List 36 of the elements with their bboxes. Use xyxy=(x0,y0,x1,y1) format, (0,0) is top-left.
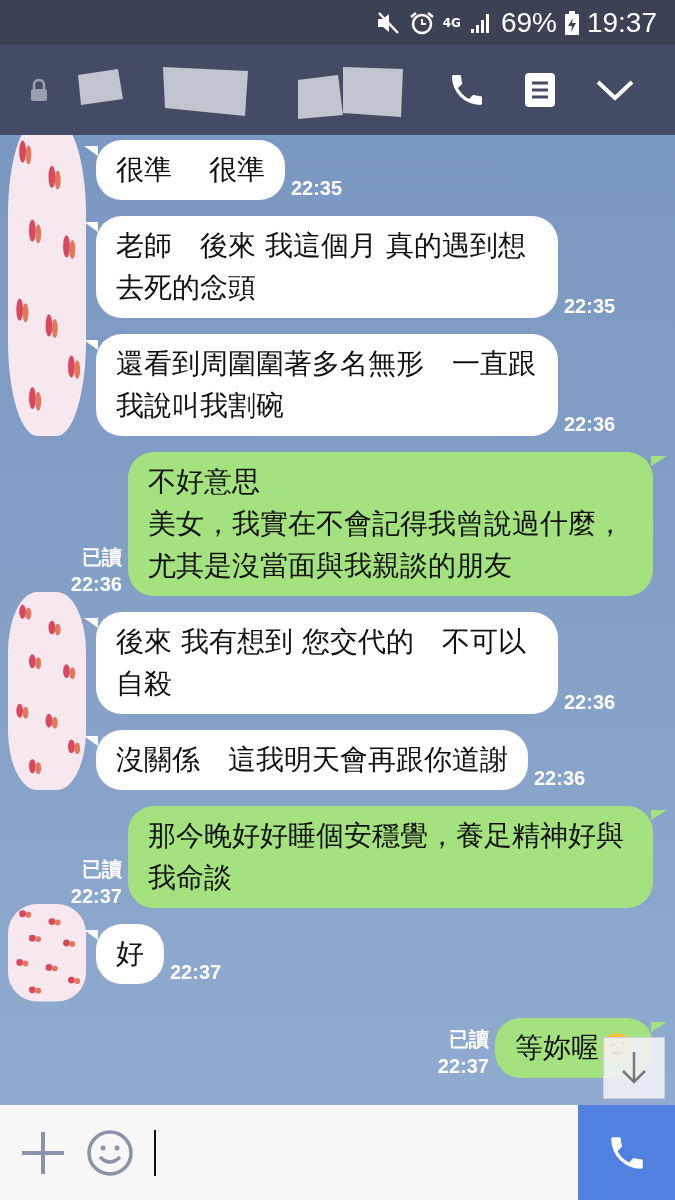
message-text: 沒關係 這我明天會再跟你道謝 xyxy=(116,742,508,778)
message-time: 22:37 xyxy=(437,1053,489,1079)
message-time: 22:36 xyxy=(564,412,616,437)
plus-icon[interactable] xyxy=(20,1129,66,1176)
bubble-tail xyxy=(651,810,667,820)
read-receipt: 已讀 xyxy=(82,857,122,882)
message-text: 不好意思 xyxy=(148,464,261,500)
notes-icon[interactable] xyxy=(525,73,555,107)
message-text: 好 xyxy=(116,936,144,972)
alarm-icon xyxy=(408,9,435,36)
battery-percentage: 69% xyxy=(500,6,557,39)
chevron-down-icon[interactable] xyxy=(595,78,635,102)
message-text: 那今晚好好睡個安穩覺，養足精神好與我命談 xyxy=(148,818,625,896)
battery-icon xyxy=(564,10,579,35)
lock-icon xyxy=(30,79,48,101)
call-button[interactable] xyxy=(578,1105,675,1200)
message-time: 22:36 xyxy=(534,766,586,791)
arrow-down-icon xyxy=(619,1050,649,1086)
read-receipt: 已讀 xyxy=(82,545,122,570)
message-time: 22:35 xyxy=(564,294,616,319)
message-time: 22:36 xyxy=(70,572,122,597)
message-text: 後來 我有想到 您交代的 不可以自殺 xyxy=(116,624,527,702)
message-time: 22:35 xyxy=(290,176,343,201)
message-time: 22:36 xyxy=(564,690,616,715)
network-label: 4G xyxy=(442,15,461,30)
scroll-down-button[interactable] xyxy=(603,1037,665,1099)
message-time: 22:37 xyxy=(70,884,122,909)
bubble-tail xyxy=(651,456,667,466)
read-receipt: 已讀 xyxy=(449,1026,489,1052)
message-time: 22:37 xyxy=(170,960,222,985)
message-text: 還看到周圍圍著多名無形 一直跟我說叫我割碗 xyxy=(116,346,537,424)
clock: 19:37 xyxy=(586,6,657,39)
message-text: 很準 很準 xyxy=(116,152,265,188)
message-text: 老師 後來 我這個月 真的遇到想去死的念頭 xyxy=(116,228,527,306)
emoji-icon[interactable] xyxy=(86,1128,134,1177)
message-text: 美女，我實在不會記得我曾說過什麼，尤其是沒當面與我親談的朋友 xyxy=(148,506,625,584)
